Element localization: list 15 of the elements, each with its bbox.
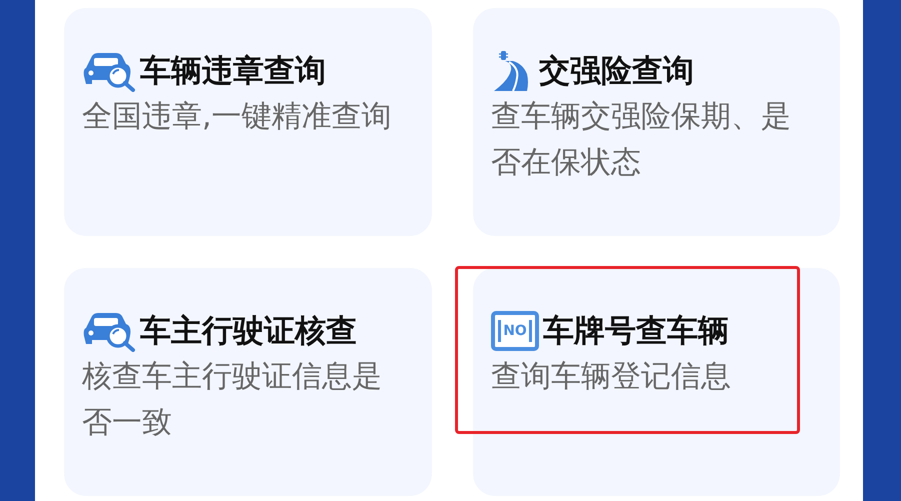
- car-search-icon: [82, 310, 136, 352]
- card-description: 查询车辆登记信息: [491, 358, 732, 396]
- car-search-icon: [82, 50, 136, 92]
- card-title: 车牌号查车辆: [543, 312, 729, 351]
- card-title: 车主行驶证核查: [140, 312, 357, 351]
- service-card[interactable]: NO 车牌号查车辆 查询车辆登记信息: [473, 268, 840, 496]
- service-card[interactable]: 车辆违章查询 全国违章,一键精准查询: [64, 8, 432, 236]
- plate-text: NO: [503, 324, 527, 338]
- service-card[interactable]: 交强险查询 查车辆交强险保期、是否在保状态: [473, 8, 840, 236]
- card-description: 核查车主行驶证信息是否一致: [82, 358, 383, 442]
- card-title: 车辆违章查询: [140, 52, 326, 91]
- card-description: 查车辆交强险保期、是否在保状态: [491, 98, 792, 182]
- card-description: 全国违章,一键精准查询: [82, 98, 393, 136]
- card-title: 交强险查询: [539, 52, 694, 91]
- service-card[interactable]: 车主行驶证核查 核查车主行驶证信息是否一致: [64, 268, 432, 496]
